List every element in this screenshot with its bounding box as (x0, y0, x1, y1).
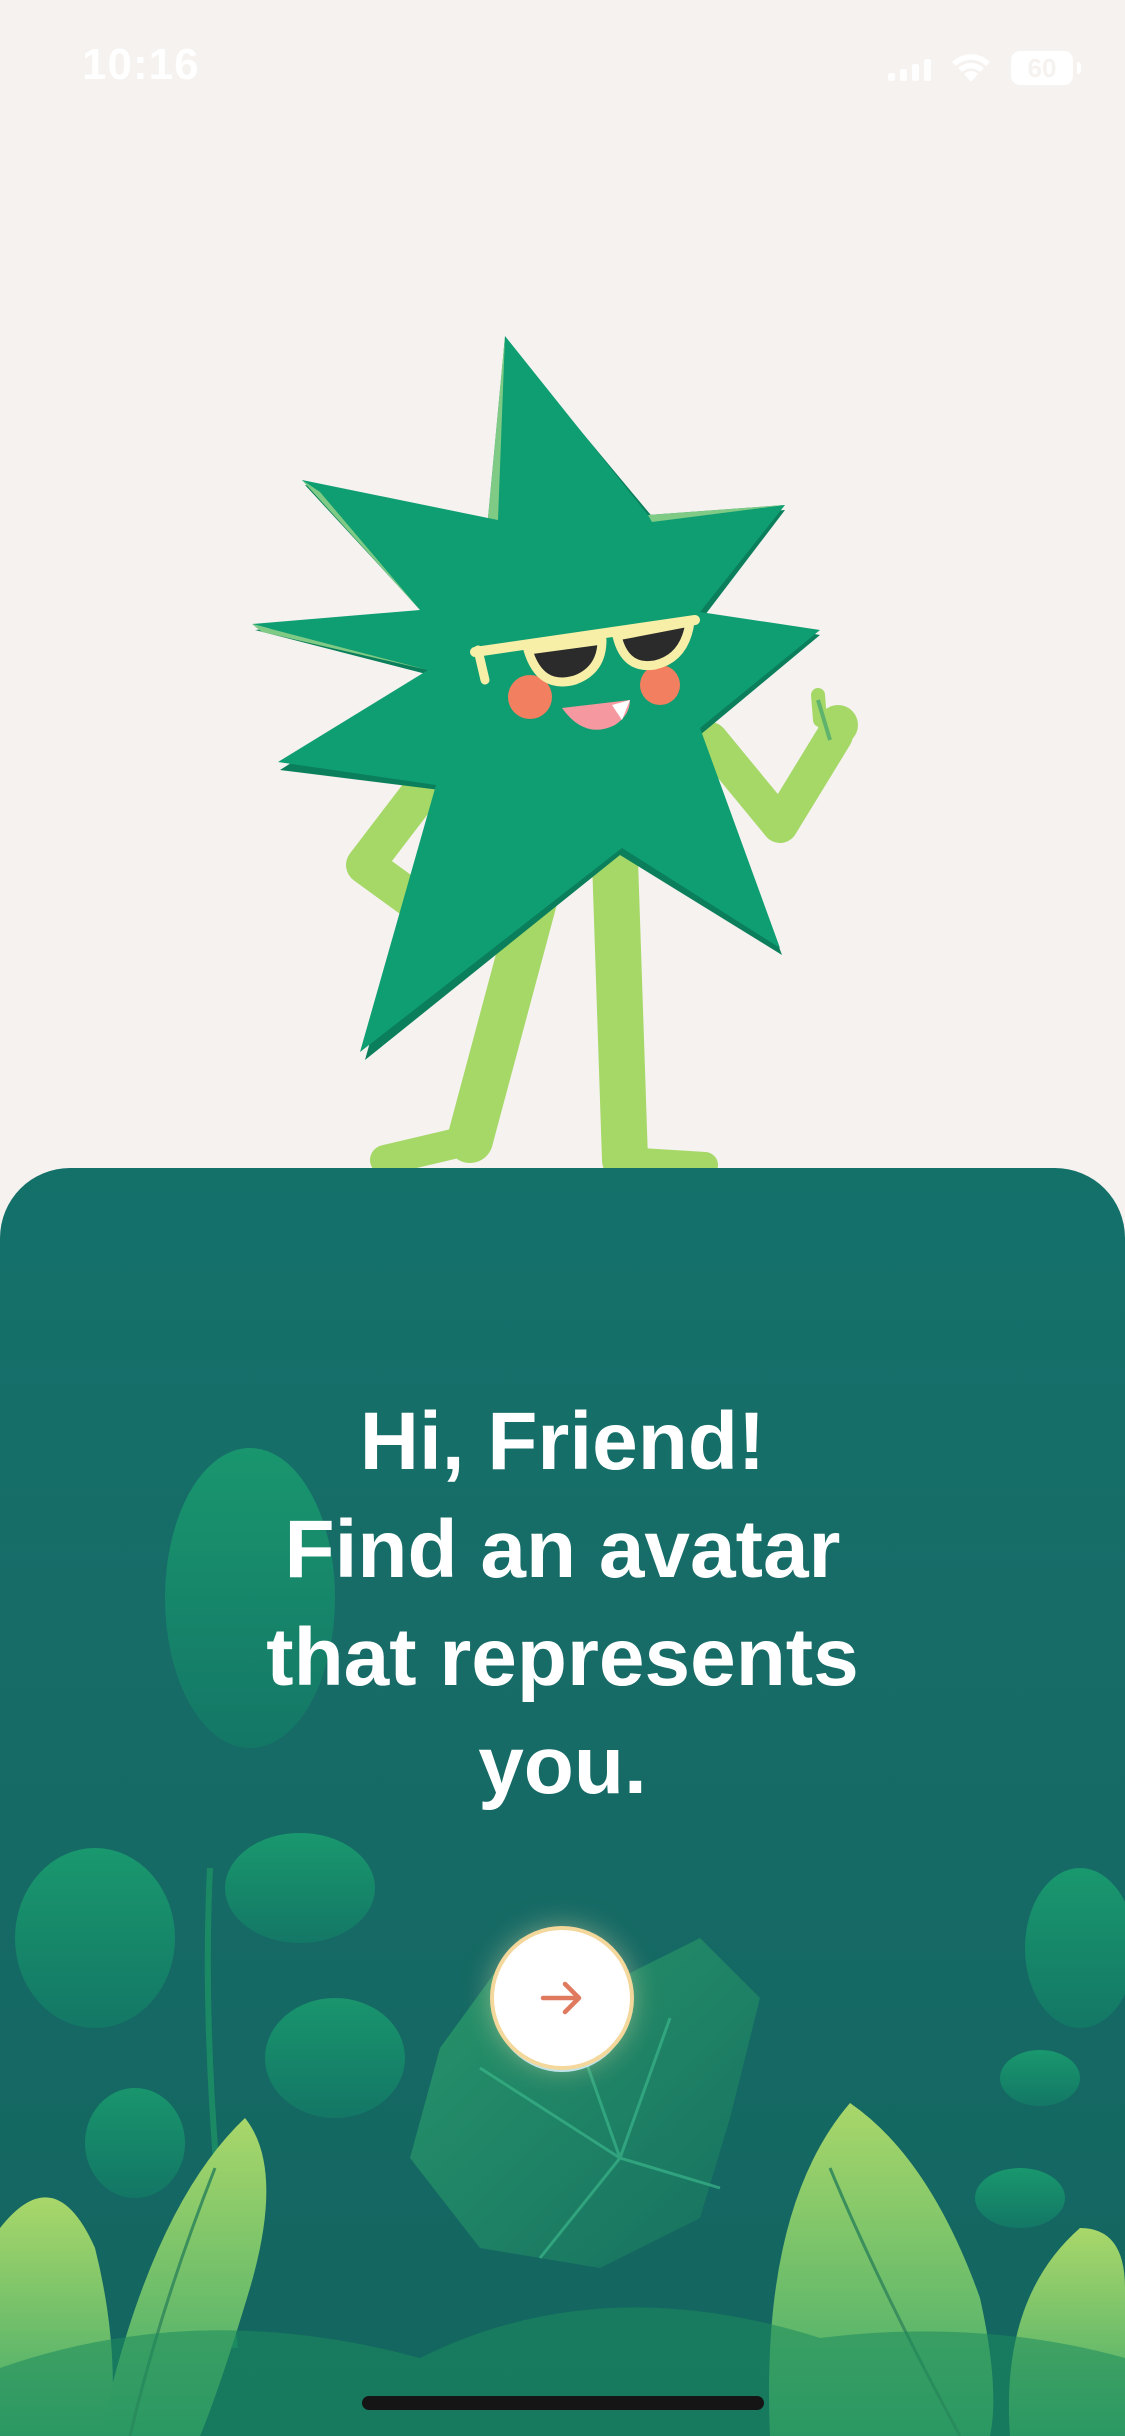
onboarding-headline: Hi, Friend! Find an avatar that represen… (0, 1388, 1125, 1820)
star-mascot-illustration (252, 336, 858, 1180)
wifi-icon (952, 54, 990, 82)
headline-line: Find an avatar (284, 1504, 841, 1595)
home-indicator[interactable] (362, 2396, 764, 2410)
cellular-signal-icon (888, 55, 931, 81)
onboarding-panel: Hi, Friend! Find an avatar that represen… (0, 1168, 1125, 2436)
onboarding-screen: 10:16 60 Hi, Friend! Find an avatar that… (0, 0, 1125, 2436)
status-bar: 10:16 60 (0, 0, 1125, 140)
arrow-right-icon (540, 1981, 582, 2015)
headline-line: Hi, Friend! (359, 1396, 766, 1487)
headline-line: you. (478, 1720, 647, 1811)
headline-line: that represents (266, 1612, 859, 1703)
status-icons: 60 (888, 46, 1081, 90)
next-button[interactable] (494, 1930, 630, 2066)
status-time: 10:16 (82, 40, 200, 89)
battery-icon: 60 (1011, 51, 1081, 85)
